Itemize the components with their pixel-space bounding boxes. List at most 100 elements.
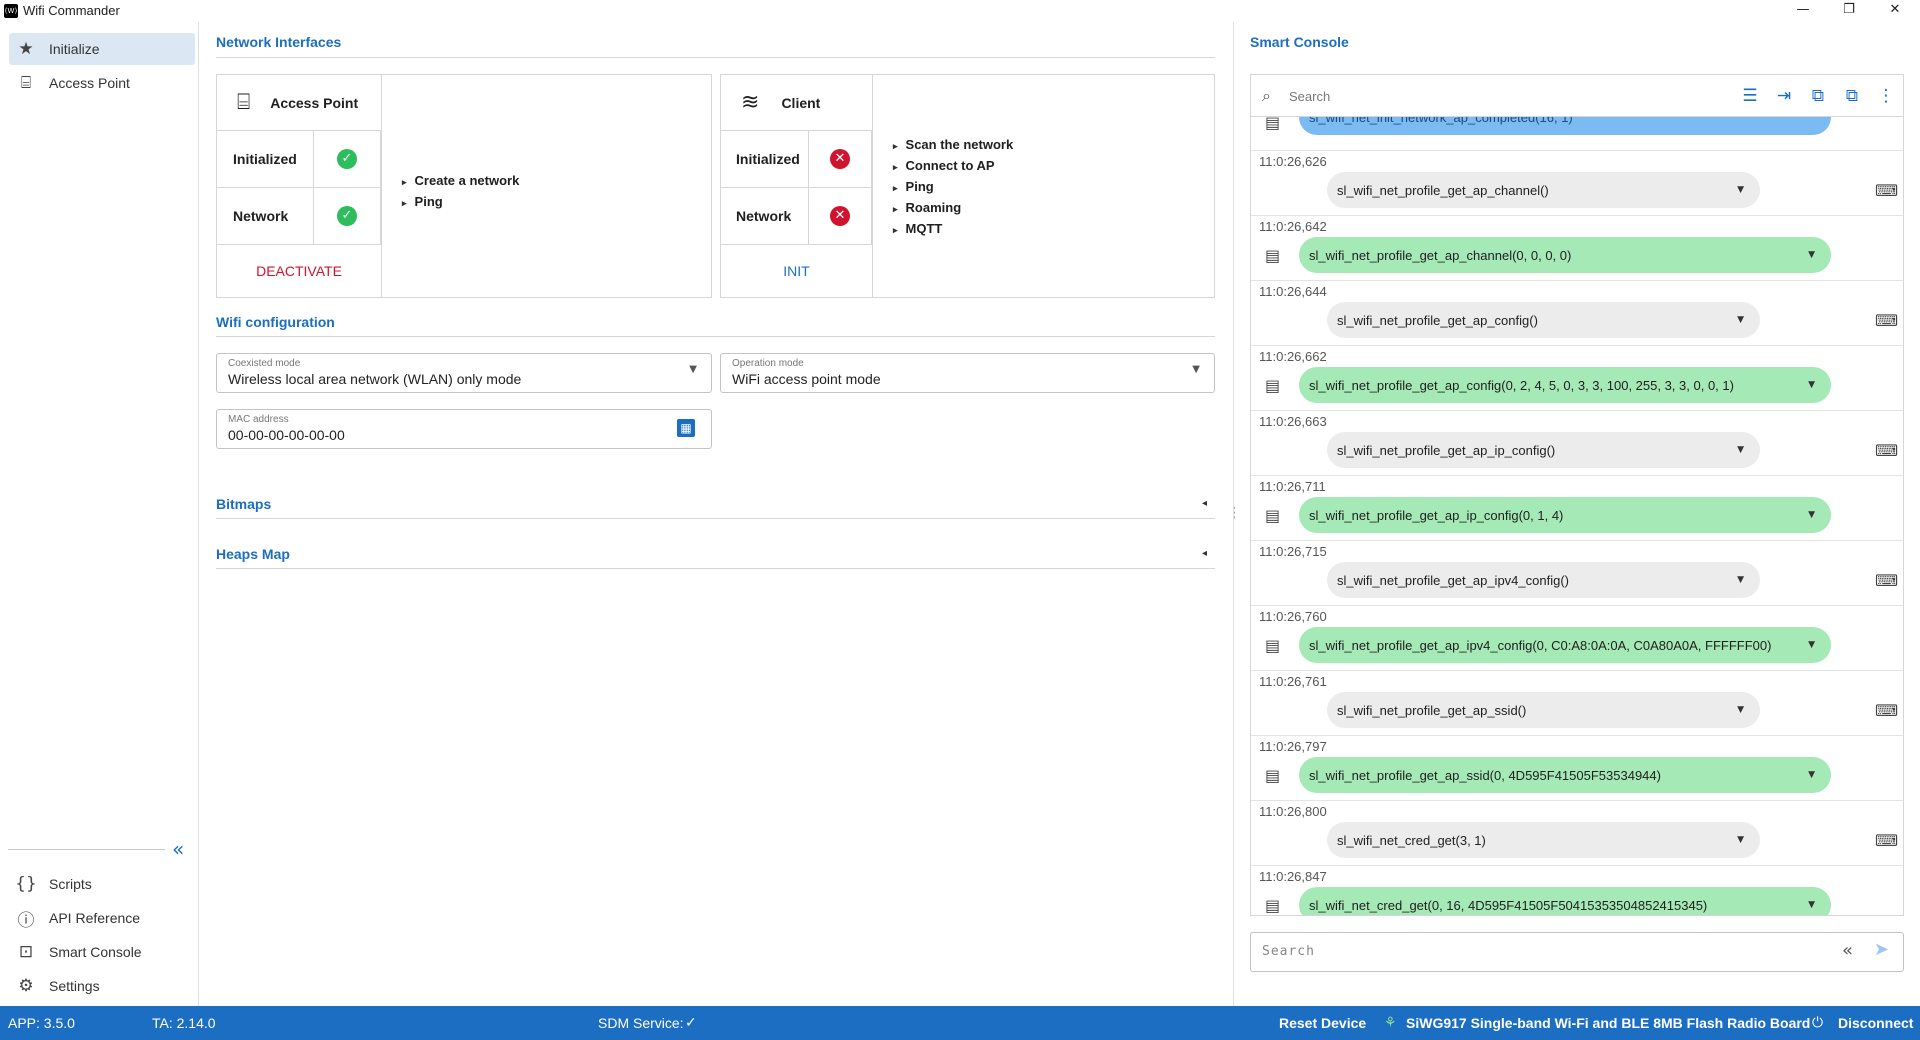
sidebar-item-label: Settings: [49, 978, 100, 994]
response-pill[interactable]: sl_wifi_net_profile_get_ap_ipv4_config(0…: [1299, 627, 1831, 663]
access-point-header: ⌸ Access Point: [217, 75, 381, 131]
copy-icon[interactable]: ⧉: [1801, 86, 1835, 106]
check-circle-icon: ✓: [337, 149, 357, 169]
close-button[interactable]: ✕: [1872, 0, 1918, 22]
section-divider: [216, 336, 1215, 337]
bitmaps-accordion[interactable]: Bitmaps: [216, 496, 271, 512]
clear-icon[interactable]: ☰: [1733, 86, 1767, 106]
section-divider: [216, 57, 1215, 58]
expand-icon[interactable]: ▼: [1808, 510, 1815, 520]
list-item: 11:0:26,626 sl_wifi_net_profile_get_ap_ch…: [1251, 151, 1903, 216]
console-message: sl_wifi_net_profile_get_ap_ipv4_config(0…: [1309, 637, 1772, 653]
board-name: SiWG917 Single-band Wi-Fi and BLE 8MB Fl…: [1406, 1015, 1811, 1031]
timestamp: 11:0:26,761: [1259, 674, 1327, 689]
device-chip-icon: ▤: [1265, 896, 1281, 915]
send-icon[interactable]: ➤: [1874, 939, 1889, 960]
action-connect-to-ap[interactable]: Connect to AP: [893, 155, 1013, 176]
sdm-service-label: SDM Service:: [598, 1015, 684, 1031]
command-pill[interactable]: sl_wifi_net_profile_get_ap_ipv4_config()…: [1327, 562, 1760, 598]
section-divider: [216, 568, 1215, 569]
expand-icon[interactable]: ▼: [1808, 900, 1815, 910]
action-roaming[interactable]: Roaming: [893, 197, 1013, 218]
response-pill[interactable]: sl_wifi_net_cred_get(0, 16, 4D595F41505F…: [1299, 887, 1831, 915]
restore-button[interactable]: ❐: [1826, 0, 1872, 22]
coexisted-mode-select[interactable]: Coexisted mode Wireless local area netwo…: [216, 353, 712, 393]
sidebar-item-label: Smart Console: [49, 944, 142, 960]
console-message: sl_wifi_net_profile_get_ap_ipv4_config(): [1337, 572, 1569, 588]
sidebar-item-label: Scripts: [49, 876, 92, 892]
heaps-map-accordion[interactable]: Heaps Map: [216, 546, 290, 562]
console-command-input[interactable]: Search « ➤: [1250, 932, 1904, 972]
error-circle-icon: ✕: [830, 206, 850, 226]
console-search-input[interactable]: Search: [1289, 89, 1330, 104]
access-point-actions: Create a network Ping: [402, 170, 520, 212]
sidebar-item-settings[interactable]: ⚙ Settings: [9, 970, 195, 1002]
console-message: sl_wifi_net_profile_get_ap_ssid(): [1337, 702, 1527, 718]
deactivate-button[interactable]: DEACTIVATE: [217, 245, 381, 297]
action-create-network[interactable]: Create a network: [402, 170, 520, 191]
sidebar-item-smart-console[interactable]: ⊡ Smart Console: [9, 936, 195, 968]
sidebar-item-scripts[interactable]: {} Scripts: [9, 868, 195, 900]
expand-icon[interactable]: ▼: [1737, 705, 1744, 715]
list-item: ▤ sl_wifi_net_init_network_ap_completed(…: [1251, 99, 1903, 151]
action-scan-network[interactable]: Scan the network: [893, 134, 1014, 155]
app-window: (W) Wifi Commander — ❐ ✕ ★ Initialize ⌸ …: [0, 0, 1920, 1040]
expand-icon[interactable]: ▼: [1808, 380, 1815, 390]
expand-icon[interactable]: ▼: [1808, 770, 1815, 780]
response-pill[interactable]: sl_wifi_net_profile_get_ap_config(0, 2, …: [1299, 367, 1831, 403]
response-pill[interactable]: sl_wifi_net_profile_get_ap_ssid(0, 4D595…: [1299, 757, 1831, 793]
device-chip-icon: ▤: [1265, 376, 1281, 395]
computer-icon: ⌨: [1875, 831, 1899, 850]
response-pill[interactable]: sl_wifi_net_profile_get_ap_ip_config(0, …: [1299, 497, 1831, 533]
action-ping[interactable]: Ping: [893, 176, 1013, 197]
expand-arrow-icon[interactable]: ◂: [1202, 498, 1207, 509]
network-label: Network: [217, 188, 314, 245]
mac-address-field[interactable]: MAC address 00-00-00-00-00-00 ▦: [216, 409, 712, 449]
more-icon[interactable]: ⋮: [1869, 86, 1903, 106]
operation-mode-select[interactable]: Operation mode WiFi access point mode ▼: [720, 353, 1215, 393]
command-pill[interactable]: sl_wifi_net_profile_get_ap_channel() ▼: [1327, 172, 1760, 208]
expand-icon[interactable]: ▼: [1737, 445, 1744, 455]
action-mqtt[interactable]: MQTT: [893, 218, 1013, 239]
action-ping[interactable]: Ping: [402, 191, 519, 212]
braces-icon: {}: [15, 874, 37, 894]
wifi-configuration-title: Wifi configuration: [216, 314, 335, 330]
sidebar-item-api-reference[interactable]: ⓘ API Reference: [9, 902, 195, 934]
copy-all-icon[interactable]: ⧉: [1835, 86, 1869, 106]
timestamp: 11:0:26,662: [1259, 349, 1327, 364]
expand-icon[interactable]: ▼: [1737, 575, 1744, 585]
collapse-sidebar-icon[interactable]: «: [172, 837, 184, 861]
minimize-button[interactable]: —: [1780, 0, 1826, 22]
computer-icon: ⌨: [1875, 571, 1899, 590]
expand-icon[interactable]: ▼: [1737, 835, 1744, 845]
computer-icon: ⌨: [1875, 701, 1899, 720]
export-icon[interactable]: ⇥: [1767, 86, 1801, 106]
command-pill[interactable]: sl_wifi_net_profile_get_ap_config() ▼: [1327, 302, 1760, 338]
command-pill[interactable]: sl_wifi_net_profile_get_ap_ssid() ▼: [1327, 692, 1760, 728]
timestamp: 11:0:26,760: [1259, 609, 1327, 624]
reset-device-button[interactable]: Reset Device: [1279, 1015, 1366, 1031]
response-pill[interactable]: sl_wifi_net_profile_get_ap_channel(0, 0,…: [1299, 237, 1831, 273]
expand-icon[interactable]: ▼: [1808, 640, 1815, 650]
sidebar-item-label: API Reference: [49, 910, 141, 926]
command-pill[interactable]: sl_wifi_net_profile_get_ap_ip_config() ▼: [1327, 432, 1760, 468]
command-pill[interactable]: sl_wifi_net_cred_get(3, 1) ▼: [1327, 822, 1760, 858]
dropdown-arrow-icon: ▼: [1192, 364, 1200, 375]
access-point-card: ⌸ Access Point Initialized ✓ Network ✓ D…: [216, 74, 712, 298]
sidebar-item-access-point[interactable]: ⌸ Access Point: [9, 67, 195, 99]
expand-icon[interactable]: ▼: [1808, 250, 1815, 260]
network-status: ✕: [809, 188, 872, 245]
expand-icon[interactable]: ▼: [1737, 185, 1744, 195]
expand-arrow-icon[interactable]: ◂: [1202, 548, 1207, 559]
mac-generate-icon[interactable]: ▦: [677, 419, 695, 437]
sidebar-item-initialize[interactable]: ★ Initialize: [9, 33, 195, 65]
disconnect-button[interactable]: Disconnect: [1838, 1015, 1913, 1031]
network-label: Network: [721, 188, 809, 245]
timestamp: 11:0:26,800: [1259, 804, 1327, 819]
expand-icon[interactable]: ▼: [1737, 315, 1744, 325]
field-value: 00-00-00-00-00-00: [228, 427, 345, 443]
timestamp: 11:0:26,663: [1259, 414, 1327, 429]
history-icon[interactable]: «: [1842, 940, 1853, 961]
title-bar: (W) Wifi Commander — ❐ ✕: [0, 0, 1920, 22]
init-button[interactable]: INIT: [721, 245, 872, 297]
